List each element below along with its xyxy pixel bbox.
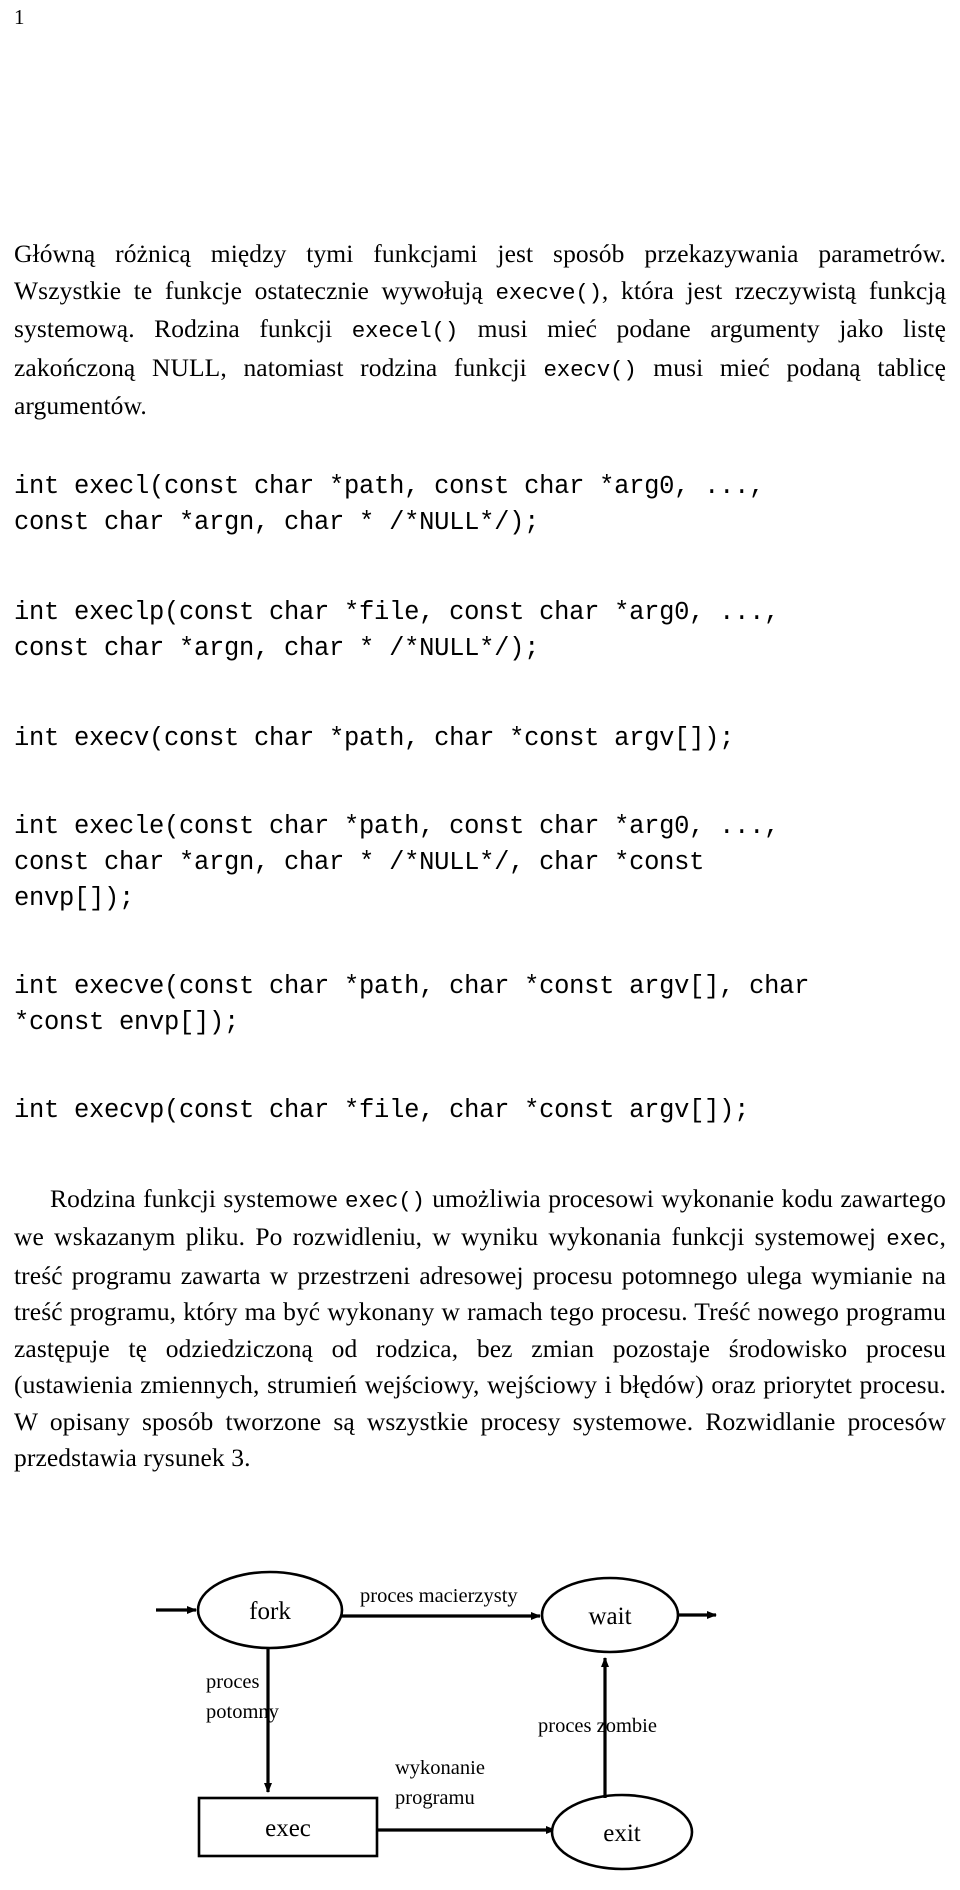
inline-code-exec: exec [886, 1226, 940, 1252]
code-block-execv: int execv(const char *path, char *const … [14, 723, 735, 753]
node-exit-label: exit [603, 1820, 641, 1847]
document-page: 1 Główną różnicą między tymi funkcjami j… [0, 0, 960, 1890]
document-body: Główną różnicą między tymi funkcjami jes… [14, 236, 946, 1477]
code-block-execlp: int execlp(const char *file, const char … [14, 597, 780, 663]
paragraph-description: Rodzina funkcji systemowe exec() umożliw… [14, 1181, 946, 1477]
edge-label-proces-potomny-line1: proces [206, 1671, 260, 1693]
code-block-execl: int execl(const char *path, const char *… [14, 471, 765, 537]
inline-code-exec-call: exec() [345, 1187, 425, 1214]
inline-code-execv: execv() [543, 356, 637, 383]
edge-label-proces-potomny-line2: potomny [206, 1701, 280, 1723]
desc-text-3: , treść programu zawarta w przestrzeni a… [14, 1222, 946, 1472]
code-block-execvp: int execvp(const char *file, char *const… [14, 1095, 750, 1125]
edge-label-proces-macierzysty: proces macierzysty [360, 1585, 518, 1607]
edge-label-proces-zombie: proces zombie [538, 1715, 657, 1737]
inline-code-execve: execve() [495, 279, 603, 306]
process-flow-diagram: fork proces macierzysty wait proces poto… [0, 1536, 960, 1890]
desc-text-1: Rodzina funkcji systemowe [50, 1183, 346, 1213]
node-wait-label: wait [588, 1603, 631, 1630]
node-fork-label: fork [249, 1598, 291, 1625]
edge-label-wykonanie-line1: wykonanie [395, 1757, 485, 1779]
edge-label-wykonanie-line2: programu [395, 1787, 475, 1809]
node-exec-label: exec [265, 1815, 311, 1842]
code-block-execve: int execve(const char *path, char *const… [14, 971, 810, 1037]
inline-code-execel: execel() [351, 318, 459, 344]
code-block-execle: int execle(const char *path, const char … [14, 811, 780, 913]
page-number: 1 [14, 5, 25, 29]
paragraph-intro: Główną różnicą między tymi funkcjami jes… [14, 236, 946, 425]
